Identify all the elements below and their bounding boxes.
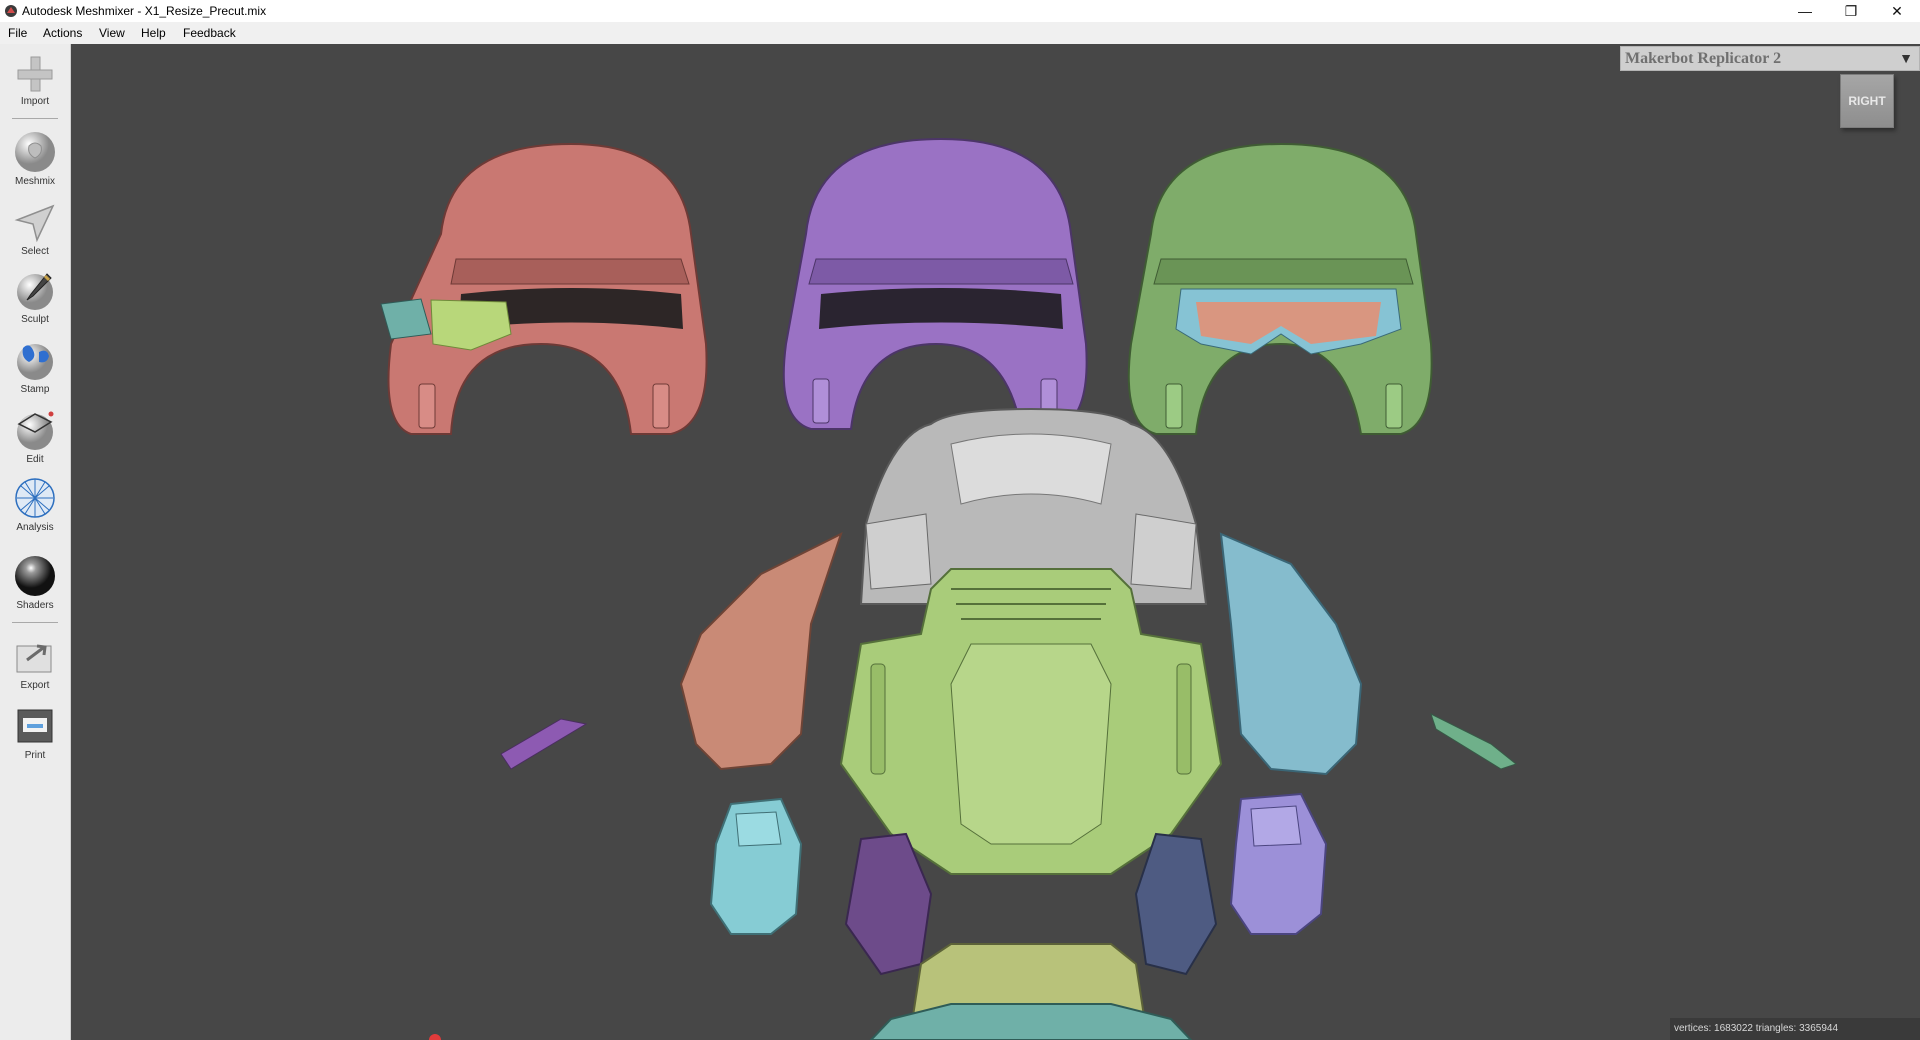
menu-file[interactable]: File — [8, 26, 27, 40]
helmet-center[interactable] — [782, 137, 1088, 430]
printer-icon — [17, 709, 53, 743]
printer-name: Makerbot Replicator 2 — [1625, 50, 1782, 67]
menu-feedback[interactable]: Feedback — [183, 26, 236, 40]
stamp-label: Stamp — [20, 384, 50, 395]
minimize-button[interactable]: — — [1782, 0, 1828, 22]
menu-help[interactable]: Help — [141, 26, 166, 40]
import-label: Import — [20, 96, 50, 107]
menu-actions[interactable]: Actions — [43, 26, 82, 40]
shader-sphere-icon — [15, 556, 55, 596]
sculpt-label: Sculpt — [21, 314, 49, 325]
small-plate-purple[interactable] — [500, 718, 588, 770]
analysis-button[interactable]: Analysis — [0, 476, 70, 533]
view-cube[interactable]: RIGHT — [1840, 74, 1894, 128]
select-button[interactable]: Select — [0, 200, 70, 257]
meshmixer-logo-icon — [5, 5, 17, 17]
edit-label: Edit — [26, 454, 44, 465]
status-readout: vertices: 1683022 triangles: 3365944 — [1670, 1018, 1920, 1040]
side-piece-cyan[interactable] — [709, 797, 803, 935]
3d-viewport[interactable] — [71, 44, 1920, 1040]
meshmix-button[interactable]: Meshmix — [0, 130, 70, 187]
printer-selector[interactable]: Makerbot Replicator 2 ▼ — [1620, 46, 1920, 71]
export-folder-icon — [16, 644, 52, 673]
analysis-wireframe-icon — [15, 478, 55, 518]
underarm-piece-navy[interactable] — [1134, 832, 1218, 976]
analysis-label: Analysis — [16, 522, 54, 533]
edit-button[interactable]: Edit — [0, 408, 70, 465]
helmet-left[interactable] — [380, 142, 708, 435]
title-bar: Autodesk Meshmixer - X1_Resize_Precut.mi… — [0, 0, 1920, 22]
toolbar-divider — [12, 622, 58, 623]
import-button[interactable]: Import — [0, 54, 70, 107]
shoulder-right[interactable] — [1219, 532, 1363, 776]
shaders-label: Shaders — [16, 600, 54, 611]
window-title: Autodesk Meshmixer - X1_Resize_Precut.mi… — [22, 4, 267, 18]
shaders-button[interactable]: Shaders — [0, 554, 70, 611]
chest-plate-green[interactable] — [839, 568, 1223, 875]
sculpt-brush-icon — [17, 273, 53, 310]
stamp-icon — [17, 344, 53, 380]
select-arrow-icon — [14, 204, 55, 243]
underarm-piece-purple[interactable] — [844, 832, 933, 976]
print-button[interactable]: Print — [0, 704, 70, 761]
shoulder-left[interactable] — [679, 532, 843, 771]
stamp-button[interactable]: Stamp — [0, 338, 70, 395]
export-label: Export — [20, 680, 50, 691]
scene-canvas — [380, 137, 1518, 1040]
menu-bar: File Actions View Help Feedback — [0, 22, 1920, 45]
helmet-right[interactable] — [1127, 142, 1433, 435]
small-plate-teal[interactable] — [1430, 713, 1518, 770]
toolbar-divider — [12, 118, 58, 119]
bunny-sphere-icon — [15, 132, 55, 172]
side-piece-lavender[interactable] — [1229, 792, 1328, 935]
sculpt-button[interactable]: Sculpt — [0, 268, 70, 325]
pivot-marker — [429, 1034, 441, 1040]
print-label: Print — [24, 750, 46, 761]
meshmix-label: Meshmix — [14, 176, 55, 187]
tool-sidebar: Import Meshmix Select Sculpt Stamp Edit … — [0, 44, 71, 1040]
edit-mesh-icon — [17, 411, 54, 450]
dropdown-arrow-icon[interactable]: ▼ — [1899, 50, 1913, 66]
restore-button[interactable]: ❐ — [1828, 0, 1874, 22]
menu-view[interactable]: View — [99, 26, 125, 40]
plus-icon — [17, 56, 53, 92]
select-label: Select — [21, 246, 49, 257]
mesh-stats: vertices: 1683022 triangles: 3365944 — [1674, 1023, 1839, 1034]
export-button[interactable]: Export — [0, 634, 70, 691]
close-button[interactable]: ✕ — [1874, 0, 1920, 22]
